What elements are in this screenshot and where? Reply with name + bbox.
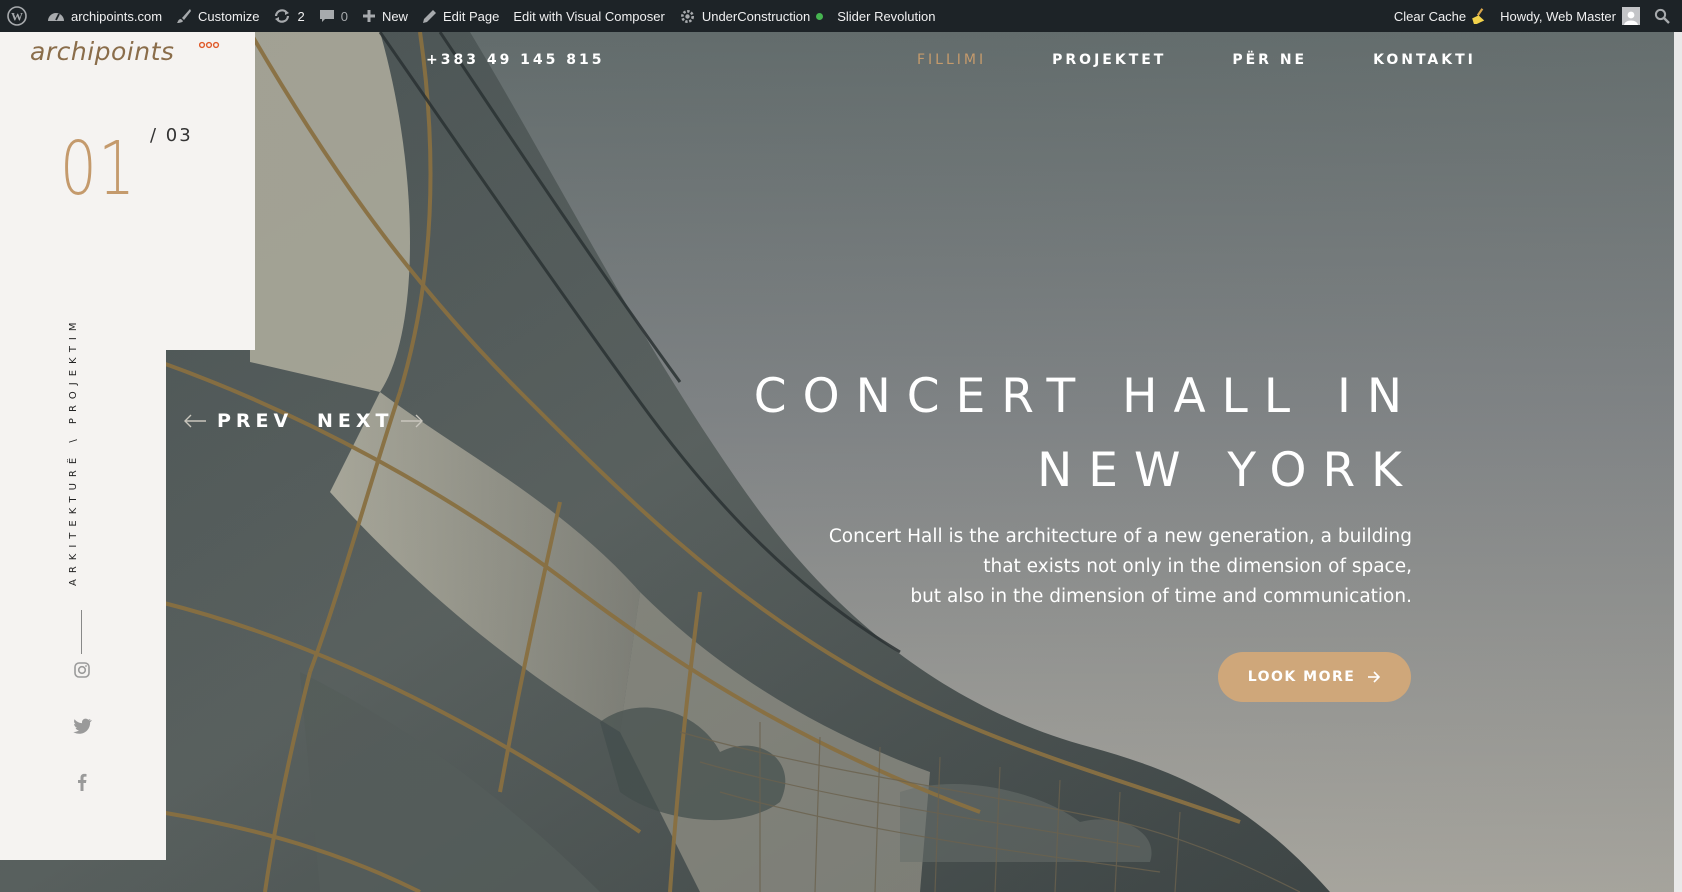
slide-description: Concert Hall is the architecture of a ne…	[792, 522, 1412, 612]
user-icon	[1624, 11, 1638, 25]
main-navigation: FILLIMI PROJEKTET PËR NE KONTAKTI	[917, 52, 1542, 68]
avatar	[1622, 7, 1640, 25]
next-button[interactable]: NEXT	[317, 410, 424, 432]
slider-revolution-link[interactable]: Slider Revolution	[830, 0, 942, 32]
prev-button[interactable]: PREV	[183, 410, 293, 432]
phone-number[interactable]: +383 49 145 815	[426, 52, 605, 68]
brush-icon	[177, 9, 192, 23]
plus-icon	[362, 10, 375, 22]
wordpress-logo-button[interactable]: W	[0, 0, 40, 32]
prev-label: PREV	[217, 410, 294, 432]
site-name-label: archipoints.com	[71, 8, 163, 24]
nav-item-per-ne[interactable]: PËR NE	[1232, 52, 1307, 68]
svg-text:W: W	[11, 10, 23, 24]
updates-icon	[275, 9, 290, 23]
new-content-link[interactable]: New	[355, 0, 415, 32]
slide-description-line: that exists not only in the dimension of…	[983, 556, 1412, 577]
customize-label: Customize	[198, 8, 260, 24]
under-construction-label: UnderConstruction	[701, 8, 811, 24]
status-online-indicator	[816, 12, 824, 20]
edit-page-label: Edit Page	[442, 8, 500, 24]
logo-dots-icon	[199, 41, 220, 49]
arrow-right-icon	[400, 414, 423, 428]
slide-description-line: but also in the dimension of time and co…	[910, 586, 1412, 607]
slide-total-number: / 03	[150, 125, 193, 146]
visual-composer-link[interactable]: Edit with Visual Composer	[506, 0, 672, 32]
arrow-right-icon	[1368, 671, 1381, 683]
edit-page-link[interactable]: Edit Page	[415, 0, 506, 32]
twitter-icon	[72, 718, 92, 734]
clear-cache-link[interactable]: Clear Cache	[1387, 0, 1493, 32]
dashboard-icon	[48, 13, 64, 21]
nav-item-projektet[interactable]: PROJEKTET	[1052, 52, 1166, 68]
slider-revolution-label: Slider Revolution	[837, 8, 936, 24]
arrow-left-icon	[184, 414, 206, 428]
updates-link[interactable]: 2	[266, 0, 311, 32]
slide-category: ARKITEKTURË \ PROJEKTIM	[68, 316, 79, 586]
admin-search-button[interactable]	[1647, 0, 1682, 32]
page-scrollbar-track[interactable]	[1674, 32, 1682, 892]
updates-count: 2	[297, 8, 305, 24]
site-name-link[interactable]: archipoints.com	[40, 0, 169, 32]
nav-item-kontakti[interactable]: KONTAKTI	[1373, 52, 1476, 68]
new-label: New	[381, 8, 408, 24]
slide-title: CONCERT HALL IN NEW YORK	[753, 369, 1418, 498]
slide-current-number: 01	[60, 126, 137, 212]
slide-description-line: Concert Hall is the architecture of a ne…	[828, 526, 1412, 547]
nav-item-fillimi[interactable]: FILLIMI	[917, 52, 986, 68]
site-logo[interactable]: archipoints	[30, 37, 220, 66]
comments-link[interactable]: 0	[312, 0, 355, 32]
howdy-label: Howdy, Web Master	[1500, 8, 1616, 24]
account-menu[interactable]: Howdy, Web Master	[1493, 0, 1647, 32]
broom-icon	[1472, 8, 1485, 24]
sidebar-divider	[81, 610, 82, 654]
clear-cache-label: Clear Cache	[1393, 8, 1467, 24]
facebook-icon	[78, 773, 87, 791]
comments-count: 0	[340, 8, 348, 24]
pencil-icon	[422, 9, 436, 23]
customize-link[interactable]: Customize	[169, 0, 266, 32]
logo-text: archipoints	[30, 37, 175, 66]
comment-icon	[319, 10, 334, 22]
gear-icon	[680, 9, 694, 23]
next-label: NEXT	[317, 410, 394, 432]
instagram-icon	[74, 662, 90, 678]
instagram-link[interactable]	[72, 660, 92, 680]
under-construction-link[interactable]: UnderConstruction	[672, 0, 830, 32]
admin-bar: W archipoints.com Customize 2 0 New Edit…	[0, 0, 1682, 32]
wordpress-icon: W	[7, 6, 27, 26]
visual-composer-label: Edit with Visual Composer	[513, 8, 665, 24]
facebook-link[interactable]	[72, 772, 92, 792]
twitter-link[interactable]	[72, 716, 92, 736]
look-more-label: LOOK MORE	[1247, 669, 1356, 685]
search-icon	[1654, 8, 1670, 24]
look-more-button[interactable]: LOOK MORE	[1218, 652, 1411, 702]
